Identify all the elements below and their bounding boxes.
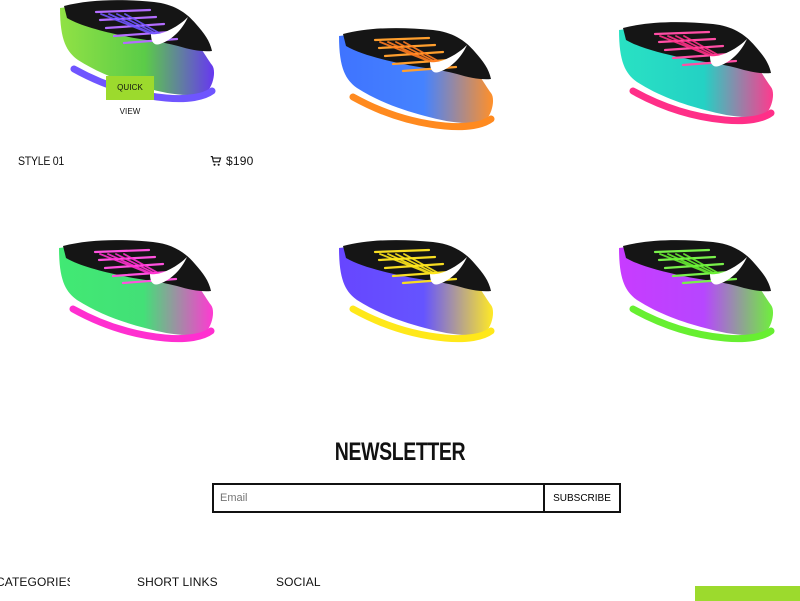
price-value: $190 bbox=[226, 154, 254, 168]
accent-bar bbox=[695, 586, 800, 601]
footer-short-links-heading[interactable]: SHORT LINKS bbox=[137, 575, 218, 589]
sneaker-image[interactable] bbox=[335, 236, 505, 346]
quick-view-button[interactable]: QUICK VIEW bbox=[106, 76, 154, 116]
product-grid: QUICK VIEW STYLE 01 $190 bbox=[0, 0, 800, 430]
footer-social-heading[interactable]: SOCIAL bbox=[276, 575, 321, 589]
product-card-4[interactable] bbox=[0, 218, 270, 418]
sneaker-image[interactable] bbox=[615, 236, 785, 346]
product-card-1[interactable]: QUICK VIEW STYLE 01 $190 bbox=[0, 0, 270, 200]
product-card-3[interactable] bbox=[560, 0, 800, 200]
email-field[interactable] bbox=[214, 485, 543, 511]
newsletter-form: SUBSCRIBE bbox=[212, 483, 621, 513]
sneaker-image[interactable] bbox=[55, 236, 225, 346]
sneaker-image[interactable] bbox=[615, 18, 785, 128]
product-card-5[interactable] bbox=[280, 218, 550, 418]
newsletter-section: NEWSLETTER SUBSCRIBE bbox=[0, 438, 800, 513]
product-card-6[interactable] bbox=[560, 218, 800, 418]
product-price: $190 bbox=[210, 154, 254, 168]
footer-categories-heading[interactable]: CATEGORIES bbox=[0, 575, 70, 589]
newsletter-title: NEWSLETTER bbox=[334, 438, 466, 466]
subscribe-button[interactable]: SUBSCRIBE bbox=[543, 485, 619, 511]
sneaker-image[interactable] bbox=[335, 24, 505, 134]
product-style-name[interactable]: STYLE 01 bbox=[18, 154, 64, 168]
cart-icon bbox=[210, 155, 222, 166]
product-card-2[interactable] bbox=[280, 0, 550, 200]
footer: CATEGORIES SHORT LINKS SOCIAL bbox=[0, 574, 800, 601]
